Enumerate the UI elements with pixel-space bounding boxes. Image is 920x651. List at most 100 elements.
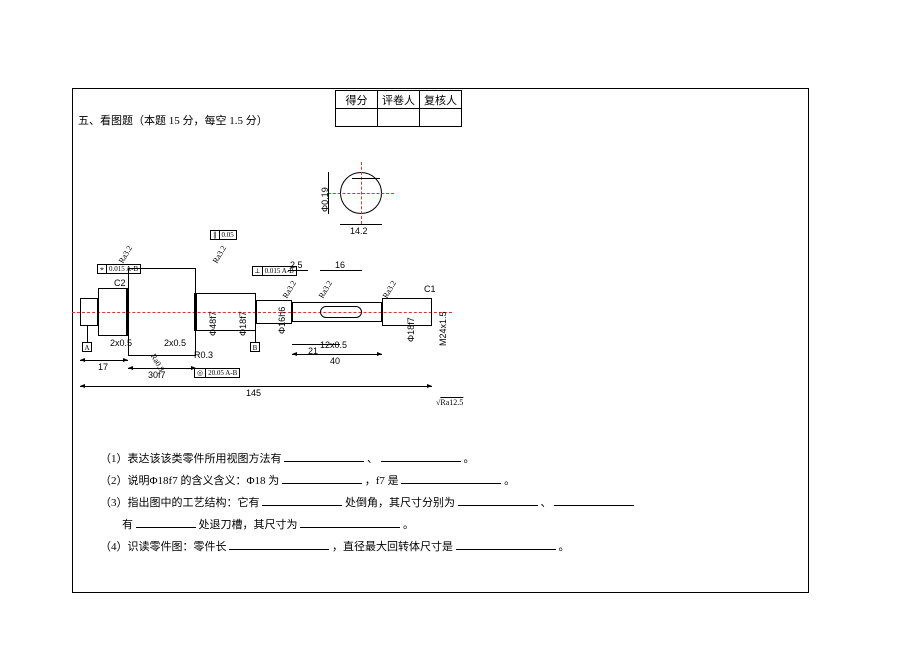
q3-sep: 、 (541, 497, 552, 509)
q3a: （3）指出图中的工艺结构：它有 (100, 497, 260, 509)
section-title: 五、看图题（本题 15 分，每空 1.5 分） (78, 112, 268, 128)
q4a: （4）识读零件图：零件长 (100, 541, 227, 553)
groove-2x05-l: 2x0.5 (110, 338, 132, 348)
ra-4: Ra3.2 (317, 279, 334, 300)
datum-b: B (250, 342, 260, 352)
dim-40-line (292, 354, 382, 355)
score-table: 得分 评卷人 复核人 (335, 90, 462, 127)
q1-blank2 (381, 450, 461, 462)
q4-blank1 (229, 538, 329, 550)
dim-21-line (292, 344, 340, 345)
chamfer-c1: C1 (424, 284, 436, 294)
dim-40-ar (377, 352, 382, 356)
groove-mark-1 (126, 288, 127, 336)
q3-blank2 (458, 494, 538, 506)
groove-2x05-r: 2x0.5 (164, 338, 186, 348)
dim-30-line (128, 368, 196, 369)
q3-blank4 (136, 516, 196, 528)
score-cell-2 (378, 109, 420, 127)
score-header-3: 复核人 (420, 91, 462, 109)
shaft-step-2 (98, 288, 128, 336)
q3c: 有 (122, 519, 133, 531)
fcf-top-val: 0.05 (220, 230, 237, 240)
q1-end: 。 (464, 453, 475, 465)
q1-text: （1）表达该该类零件所用视图方法有 (100, 453, 282, 465)
fcf-bot-val: 20.05 A-B (206, 368, 240, 378)
fcf-top: ∥ 0.05 (210, 230, 237, 240)
dia-18f7-r: Φ18f7 (406, 317, 416, 342)
q1: （1）表达该该类零件所用视图方法有 、 。 (100, 448, 700, 470)
datum-a-leader (87, 326, 88, 342)
q3d: 处退刀槽，其尺寸为 (199, 519, 298, 531)
dim-019: Φ0.19 (320, 187, 330, 212)
fcf-left-sym: ⌖ (97, 264, 107, 274)
dim-14p2-line (340, 224, 382, 225)
q3: （3）指出图中的工艺结构：它有 处倒角，其尺寸分别为 、 (100, 492, 700, 514)
score-cell-1 (336, 109, 378, 127)
dim-145-ar (427, 384, 432, 388)
q2-end: 。 (504, 475, 515, 487)
ra-3: Ra3.2 (281, 279, 298, 300)
shaft-step-1 (80, 298, 98, 326)
dim-40-al (292, 352, 297, 356)
dia-18f7: Φ18f7 (238, 311, 248, 336)
q1-blank1 (284, 450, 364, 462)
keyway-slot (320, 306, 362, 318)
engineering-drawing: 14.2 Φ0.19 ⌖ 0.015 A-B ⟂ 0.015 A-B ∥ 0.0… (80, 150, 520, 430)
dim-17-line (80, 360, 128, 361)
dim-40: 40 (330, 356, 340, 366)
end-view-flat (352, 178, 380, 179)
ra-2: Ra3.2 (211, 244, 228, 265)
dia-16h6: Φ16h6 (277, 307, 287, 334)
q4b: ，直径最大回转体尺寸是 (332, 541, 453, 553)
q2-blank1 (282, 472, 362, 484)
q2: （2）说明Φ18f7 的含义含义：Φ18 为 ，f7 是 。 (100, 470, 700, 492)
ra-general: √Ra12.5 (436, 398, 463, 407)
score-header-2: 评卷人 (378, 91, 420, 109)
dim-30f7: 30f7 (148, 370, 166, 380)
q2-blank2 (401, 472, 501, 484)
m24x15: M24x1.5 (438, 311, 448, 346)
dim-17: 17 (98, 362, 108, 372)
dim-17-al (80, 358, 85, 362)
q3-line2: 有 处退刀槽，其尺寸为 。 (100, 514, 700, 536)
datum-b-leader (255, 324, 256, 342)
dim-145-line (80, 386, 432, 387)
dim-16: 16 (335, 260, 345, 270)
dia-48f7: Φ48f7 (208, 311, 218, 336)
fcf-mid-sym: ⟂ (252, 266, 263, 276)
chamfer-c2: C2 (114, 278, 126, 288)
dim-30-al (128, 366, 133, 370)
q3-blank5 (300, 516, 400, 528)
q3-end: 。 (403, 519, 414, 531)
fcf-left: ⌖ 0.015 A-B (97, 264, 141, 274)
datum-a: A (82, 342, 92, 352)
q4: （4）识读零件图：零件长 ，直径最大回转体尺寸是 。 (100, 536, 700, 558)
score-cell-3 (420, 109, 462, 127)
q4-blank2 (456, 538, 556, 550)
fcf-bot: ◎ 20.05 A-B (194, 368, 240, 378)
score-header-1: 得分 (336, 91, 378, 109)
dim-145: 145 (246, 388, 261, 398)
end-view-center-v (361, 162, 362, 224)
fcf-left-val: 0.015 A-B (107, 264, 141, 274)
dim-30-ar (191, 366, 196, 370)
dim-2p5-line (288, 270, 308, 271)
q3b: 处倒角，其尺寸分别为 (345, 497, 455, 509)
q4-end: 。 (559, 541, 570, 553)
dim-21: 21 (308, 346, 318, 356)
fcf-top-sym: ∥ (210, 230, 220, 240)
q1-sep: 、 (367, 453, 378, 465)
groove-mark-2 (194, 293, 195, 331)
q3-blank3 (554, 494, 634, 506)
dim-2p5: 2.5 (290, 260, 303, 270)
dim-145-al (80, 384, 85, 388)
groove-12x05: 12x0.5 (320, 340, 347, 350)
questions-block: （1）表达该该类零件所用视图方法有 、 。 （2）说明Φ18f7 的含义含义：Φ… (100, 448, 700, 558)
q2a: （2）说明Φ18f7 的含义含义：Φ18 为 (100, 475, 279, 487)
dim-17-ar (123, 358, 128, 362)
ra-5: Ra3.2 (381, 279, 398, 300)
ra-1: Ra3.2 (117, 244, 134, 265)
dim-14p2: 14.2 (350, 226, 368, 236)
dim-16-line (320, 270, 362, 271)
